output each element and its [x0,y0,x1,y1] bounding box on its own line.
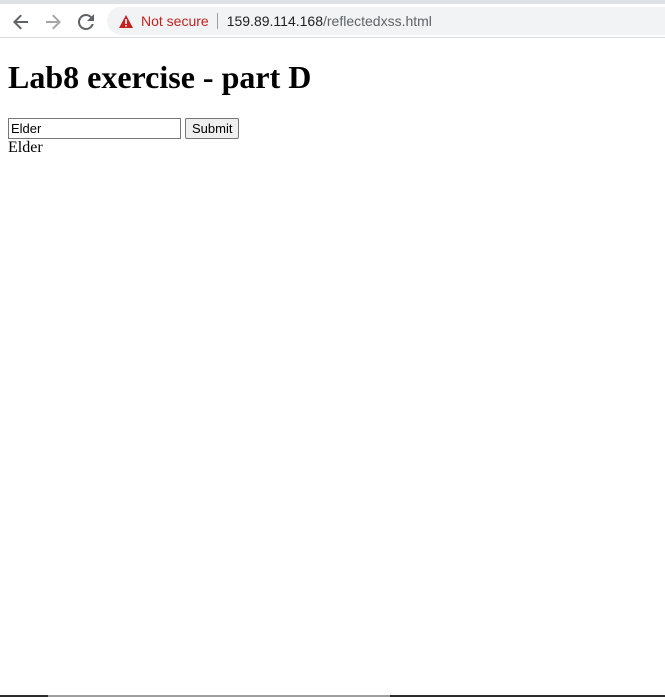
security-status-label[interactable]: Not secure [141,7,209,35]
name-input[interactable] [8,118,181,139]
warning-triangle-icon[interactable] [119,14,133,28]
url-text[interactable]: 159.89.114.168/reflectedxss.html [227,7,432,35]
back-button[interactable] [7,8,35,36]
url-path: /reflectedxss.html [322,13,432,29]
forward-button[interactable] [39,8,67,36]
submit-button[interactable]: Submit [185,118,240,139]
address-divider [216,13,218,29]
browser-toolbar: Not secure 159.89.114.168/reflectedxss.h… [0,0,665,38]
address-bar[interactable]: Not secure 159.89.114.168/reflectedxss.h… [107,7,665,35]
url-host: 159.89.114.168 [226,13,323,29]
arrow-left-icon [13,14,28,30]
page-content: Lab8 exercise - part D Submit Elder [8,38,665,157]
page-heading: Lab8 exercise - part D [8,59,312,95]
reload-button[interactable] [72,8,100,36]
reload-icon [78,14,94,30]
reflected-output: Elder [8,139,43,156]
search-form: Submit [8,118,665,139]
arrow-right-icon [46,14,61,30]
